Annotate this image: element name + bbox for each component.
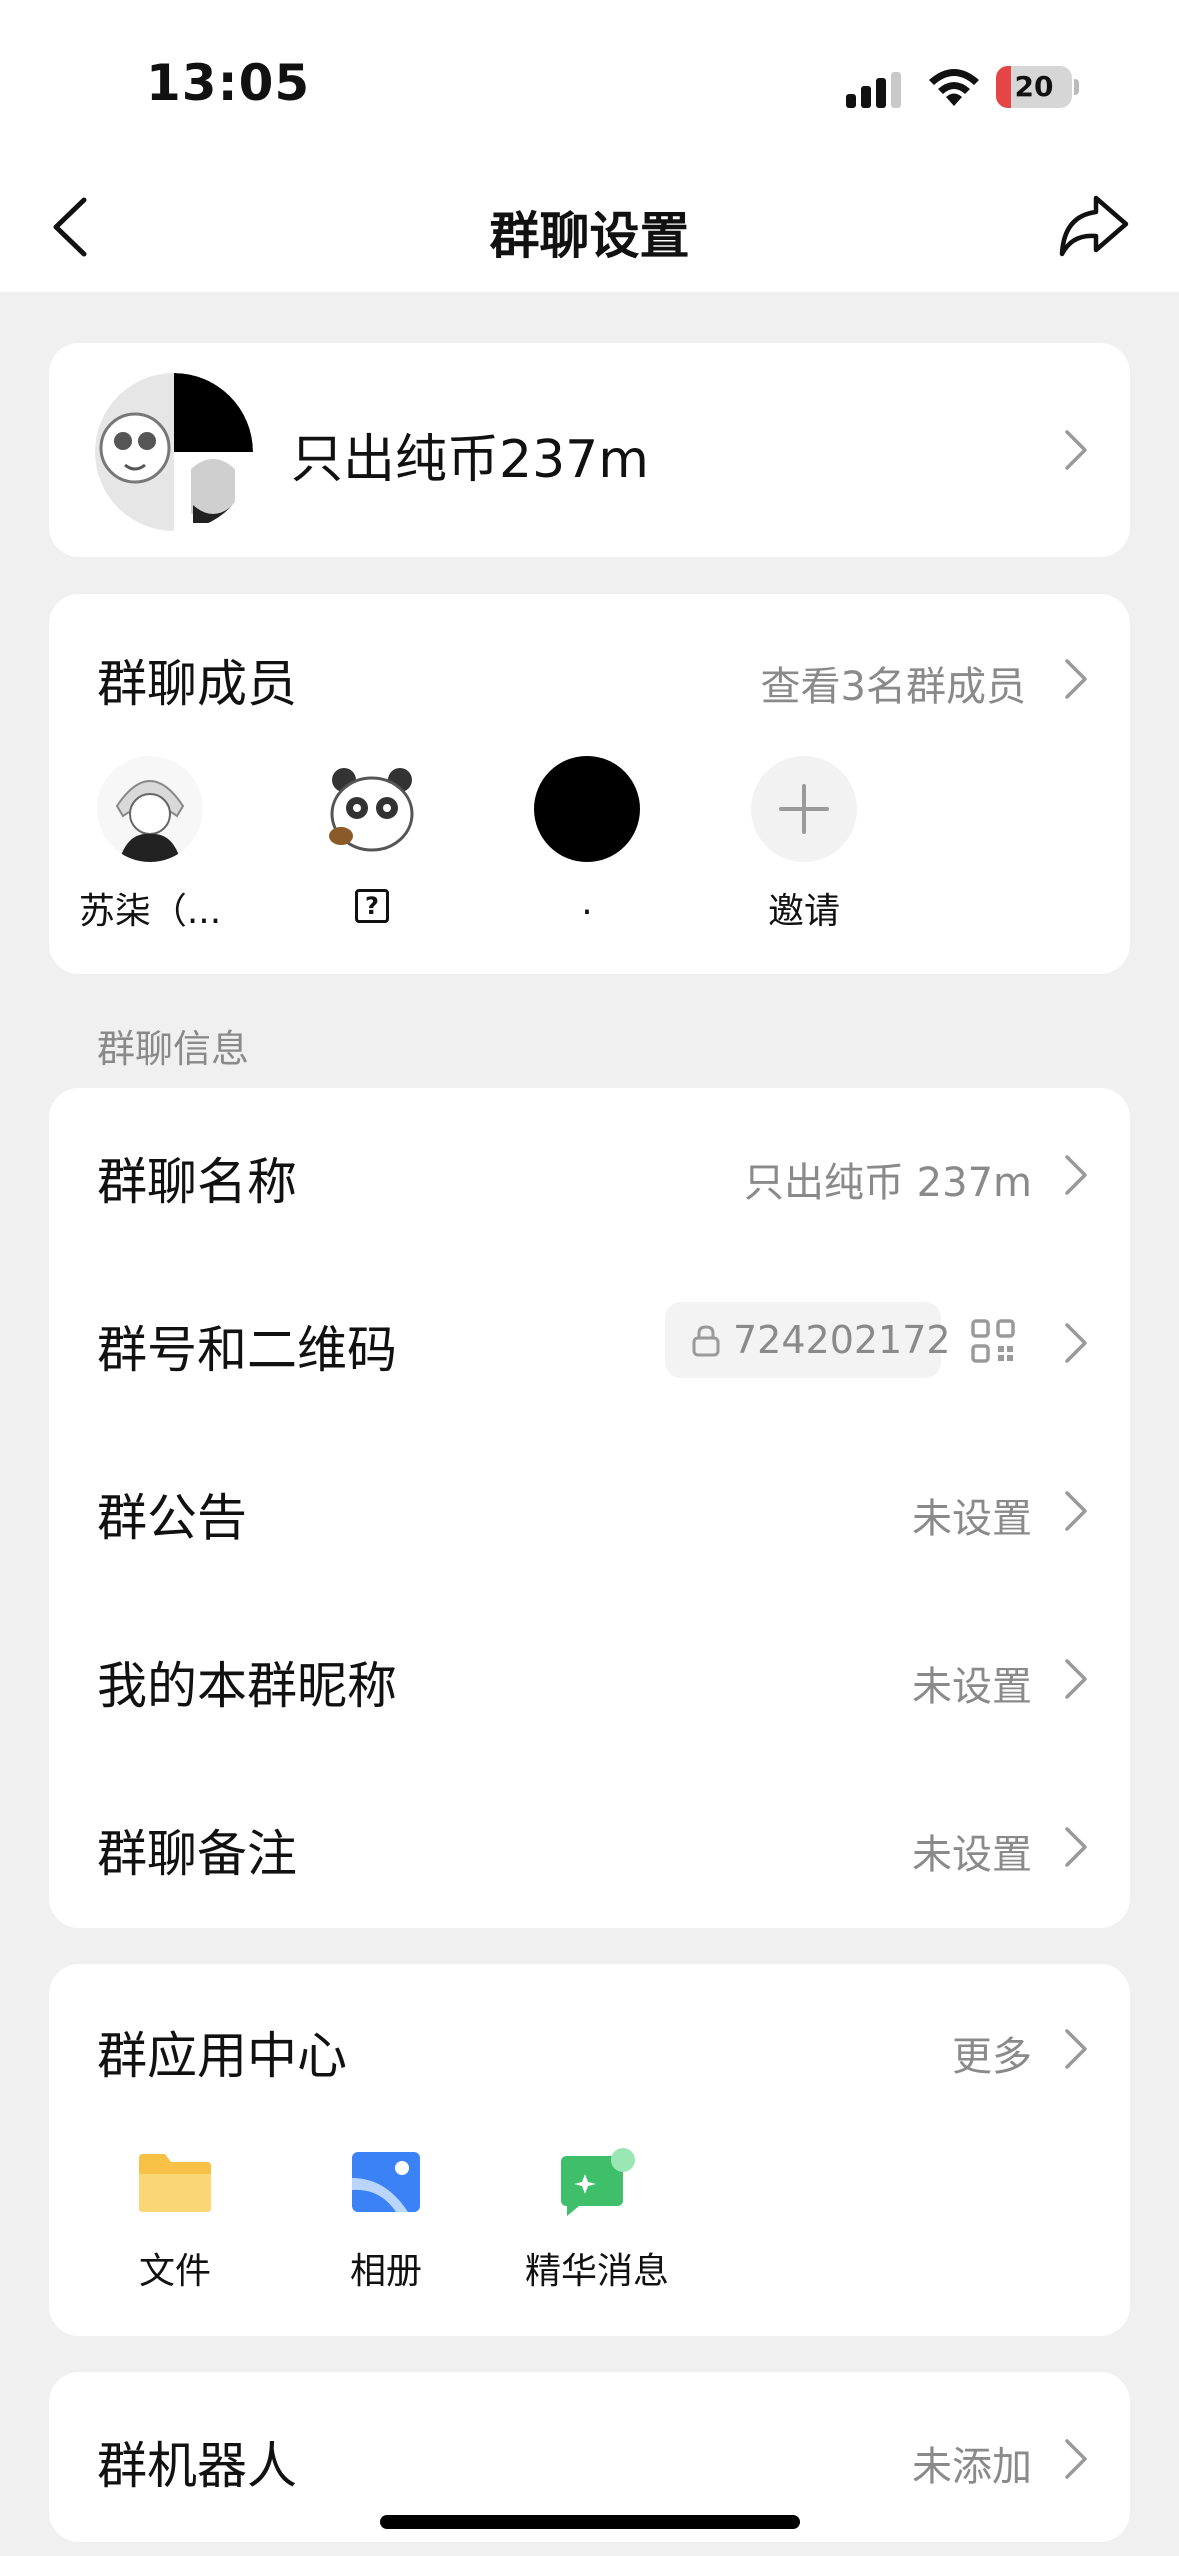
chevron-right-icon[interactable] — [1062, 1488, 1090, 1534]
app-files[interactable]: 文件 — [75, 2148, 275, 2294]
chevron-right-icon[interactable] — [1062, 1656, 1090, 1702]
member-item[interactable]: 苏柒（... — [70, 756, 230, 934]
status-bar: 13:05 20 — [0, 0, 1179, 170]
app-center-title: 群应用中心 — [97, 2027, 347, 2085]
lock-icon — [692, 1325, 720, 1357]
app-center-more-link[interactable]: 更多 — [952, 2024, 1032, 2082]
app-featured-messages[interactable]: 精华消息 — [497, 2148, 697, 2294]
group-name: 只出纯币237m — [291, 430, 649, 490]
status-time: 13:05 — [146, 54, 311, 112]
app-center-card: 群应用中心 更多 文件 相册 精华消息 — [49, 1964, 1130, 2336]
home-indicator[interactable] — [380, 2515, 800, 2529]
page-title: 群聊设置 — [489, 207, 690, 265]
group-name-value: 只出纯币 237m — [743, 1160, 1032, 1206]
share-arrow-icon[interactable] — [1056, 192, 1132, 262]
members-title: 群聊成员 — [97, 655, 297, 713]
member-item[interactable]: ? — [292, 756, 452, 923]
avatar — [534, 756, 640, 862]
avatar — [319, 756, 425, 862]
nav-bar: 群聊设置 — [0, 170, 1179, 292]
group-remark-value: 未设置 — [912, 1832, 1032, 1878]
group-announcement-value: 未设置 — [912, 1496, 1032, 1542]
member-item[interactable]: . — [507, 756, 667, 923]
app-label: 相册 — [349, 2251, 422, 2292]
group-robot-value: 未添加 — [912, 2444, 1032, 2490]
view-all-members-link[interactable]: 查看3名群成员 — [761, 654, 1026, 712]
battery-indicator: 20 — [996, 66, 1079, 108]
app-album[interactable]: 相册 — [286, 2148, 486, 2294]
group-settings-screen: 13:05 20 群聊设置 只出纯币237m 群聊成员 查看3名群成员 苏柒（.… — [0, 0, 1179, 2556]
member-name: 苏柒（... — [78, 891, 222, 932]
group-remark-label[interactable]: 群聊备注 — [97, 1814, 297, 1886]
chevron-right-icon[interactable] — [1062, 1320, 1090, 1366]
my-nickname-label[interactable]: 我的本群昵称 — [97, 1646, 397, 1718]
qr-code-icon[interactable] — [970, 1318, 1016, 1364]
chevron-right-icon — [1065, 430, 1087, 470]
group-announcement-label[interactable]: 群公告 — [97, 1478, 247, 1550]
featured-message-icon — [557, 2148, 637, 2218]
photo-album-icon — [346, 2148, 426, 2218]
group-robot-label: 群机器人 — [97, 2437, 297, 2495]
add-icon — [751, 756, 857, 862]
group-number: 724202172 — [733, 1318, 951, 1362]
group-number-qr-label[interactable]: 群号和二维码 — [97, 1310, 397, 1382]
chevron-right-icon[interactable] — [1062, 656, 1090, 702]
chevron-right-icon[interactable] — [1062, 1824, 1090, 1870]
group-avatar — [95, 373, 253, 531]
group-info-card: 群聊名称 只出纯币 237m 群号和二维码 724202172 群公告 未设置 … — [49, 1088, 1130, 1928]
app-label: 精华消息 — [524, 2251, 669, 2292]
my-nickname-value: 未设置 — [912, 1664, 1032, 1710]
invite-member-button[interactable]: 邀请 — [724, 756, 884, 934]
section-header: 群聊信息 — [97, 1027, 250, 1071]
folder-icon — [135, 2148, 215, 2218]
group-name-label[interactable]: 群聊名称 — [97, 1142, 297, 1214]
cellular-signal-icon — [846, 72, 901, 108]
group-header-card[interactable]: 只出纯币237m — [49, 343, 1130, 557]
invite-label: 邀请 — [767, 891, 840, 932]
chevron-right-icon[interactable] — [1062, 2026, 1090, 2072]
avatar — [97, 756, 203, 862]
group-number-pill[interactable]: 724202172 — [665, 1302, 951, 1378]
battery-level-text: 20 — [1014, 70, 1054, 103]
group-avatar-image — [95, 373, 253, 531]
members-card: 群聊成员 查看3名群成员 苏柒（... ? . 邀请 — [49, 594, 1130, 974]
member-name: . — [581, 882, 593, 923]
chevron-right-icon[interactable] — [1062, 2436, 1090, 2482]
app-label: 文件 — [138, 2251, 211, 2292]
chevron-right-icon[interactable] — [1062, 1152, 1090, 1198]
member-name: ? — [292, 882, 452, 923]
battery-cap — [1074, 79, 1079, 95]
wifi-icon — [929, 69, 979, 106]
